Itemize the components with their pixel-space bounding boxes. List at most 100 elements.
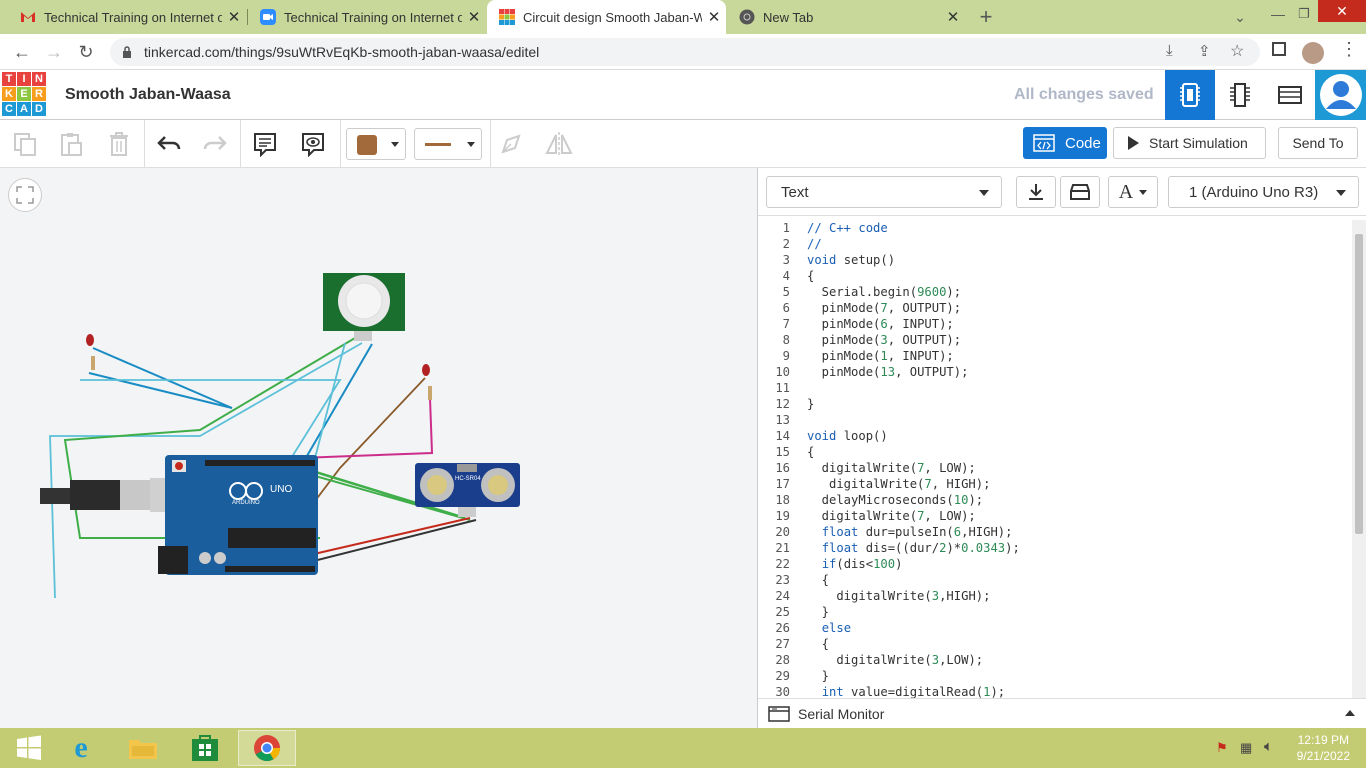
redo-button[interactable]: [198, 128, 232, 160]
code-line[interactable]: 15 {: [758, 444, 1353, 460]
code-text: if(dis<100): [821, 557, 903, 571]
url-field[interactable]: tinkercad.com/things/9suWtRvEqKb-smooth-…: [110, 38, 1260, 66]
start-simulation-button[interactable]: Start Simulation: [1113, 127, 1266, 159]
device-select[interactable]: 1 (Arduino Uno R3): [1168, 176, 1359, 208]
new-tab-button[interactable]: +: [974, 5, 998, 29]
color-picker[interactable]: [346, 128, 406, 160]
action-center-flag-icon[interactable]: ⚑: [1216, 740, 1228, 756]
paste-button[interactable]: [54, 128, 88, 160]
close-tab-icon[interactable]: ✕: [222, 8, 246, 26]
code-line[interactable]: 6 pinMode(7, OUTPUT);: [758, 300, 1353, 316]
font-size-icon: A: [1118, 180, 1134, 203]
close-tab-icon[interactable]: ✕: [941, 8, 965, 26]
volume-icon[interactable]: 🔈︎: [1264, 738, 1273, 755]
forward-arrow-icon[interactable]: →: [42, 40, 66, 64]
chevron-up-icon[interactable]: [1345, 710, 1355, 716]
side-panel-icon[interactable]: [1272, 42, 1286, 56]
code-line[interactable]: 22 if(dis<100): [758, 556, 1353, 572]
flip-button[interactable]: [542, 128, 576, 160]
code-button[interactable]: Code: [1023, 127, 1107, 159]
project-title[interactable]: Smooth Jaban-Waasa: [65, 86, 231, 104]
undo-button[interactable]: [152, 128, 186, 160]
notes-button[interactable]: [248, 128, 282, 160]
code-line[interactable]: 4{: [758, 268, 1353, 284]
code-text: pinMode(7, OUTPUT);: [807, 301, 962, 315]
rotate-button[interactable]: [494, 128, 528, 160]
code-line[interactable]: 3 void setup(): [758, 252, 1353, 268]
wire-type-picker[interactable]: [414, 128, 482, 160]
store-button[interactable]: [176, 730, 234, 766]
code-line[interactable]: 8 pinMode(3, OUTPUT);: [758, 332, 1353, 348]
start-button[interactable]: [0, 730, 58, 766]
user-avatar[interactable]: [1315, 70, 1366, 120]
code-line[interactable]: 18 delayMicroseconds(10);: [758, 492, 1353, 508]
code-line[interactable]: 25 }: [758, 604, 1353, 620]
code-line[interactable]: 29 }: [758, 668, 1353, 684]
code-line[interactable]: 30 int value=digitalRead(1);: [758, 684, 1353, 698]
component-list-button[interactable]: [1265, 70, 1315, 120]
download-icon[interactable]: ⤓: [1166, 42, 1173, 59]
network-icon[interactable]: ▦: [1240, 740, 1252, 756]
system-clock[interactable]: 12:19 PM 9/21/2022: [1297, 732, 1350, 764]
code-line[interactable]: 2 //: [758, 236, 1353, 252]
code-line[interactable]: 12}: [758, 396, 1353, 412]
code-line[interactable]: 28 digitalWrite(3,LOW);: [758, 652, 1353, 668]
code-line[interactable]: 11: [758, 380, 1353, 396]
code-line[interactable]: 16 digitalWrite(7, LOW);: [758, 460, 1353, 476]
download-code-button[interactable]: [1016, 176, 1056, 208]
libraries-button[interactable]: [1060, 176, 1100, 208]
browser-tab-new[interactable]: New Tab ✕: [727, 0, 965, 34]
tinkercad-logo[interactable]: T I N K E R C A D: [2, 72, 46, 116]
restore-button[interactable]: ❐: [1292, 2, 1316, 26]
close-window-button[interactable]: ✕: [1318, 0, 1366, 22]
code-line[interactable]: 20 float dur=pulseIn(6,HIGH);: [758, 524, 1353, 540]
delete-button[interactable]: [102, 128, 136, 160]
code-line[interactable]: 24 digitalWrite(3,HIGH);: [758, 588, 1353, 604]
code-line[interactable]: 5 Serial.begin(9600);: [758, 284, 1353, 300]
code-line[interactable]: 1 // C++ code: [758, 220, 1353, 236]
back-arrow-icon[interactable]: ←: [10, 40, 34, 64]
profile-avatar[interactable]: [1302, 42, 1324, 64]
minimize-button[interactable]: —: [1266, 2, 1290, 26]
code-line[interactable]: 10 pinMode(13, OUTPUT);: [758, 364, 1353, 380]
code-line[interactable]: 26 else: [758, 620, 1353, 636]
editor-scrollbar[interactable]: [1352, 220, 1366, 698]
code-editor[interactable]: 1// C++ code 2//3 void setup() 4{5 Serial.b…: [758, 220, 1366, 698]
line-number: 5: [782, 285, 790, 299]
code-line[interactable]: 14 void loop(): [758, 428, 1353, 444]
circuit-canvas[interactable]: UNO ARDUINO HC-SR04: [0, 168, 757, 728]
schematic-view-button[interactable]: [1215, 70, 1265, 120]
code-mode-select[interactable]: Text: [766, 176, 1002, 208]
browser-tab-zoom[interactable]: Technical Training on Internet of ✕: [248, 0, 486, 34]
tab-search-chevron-icon[interactable]: ⌄: [1228, 5, 1252, 29]
annotation-visibility-button[interactable]: [296, 128, 330, 160]
code-line[interactable]: 27 {: [758, 636, 1353, 652]
circuit-view-button[interactable]: [1165, 70, 1215, 120]
close-tab-icon[interactable]: ✕: [702, 8, 726, 26]
chrome-taskbar-button[interactable]: [238, 730, 296, 766]
code-line[interactable]: 7 pinMode(6, INPUT);: [758, 316, 1353, 332]
send-to-button[interactable]: Send To: [1278, 127, 1358, 159]
code-line[interactable]: 19 digitalWrite(7, LOW);: [758, 508, 1353, 524]
line-number: 26: [775, 621, 790, 635]
code-line[interactable]: 13: [758, 412, 1353, 428]
file-explorer-button[interactable]: [114, 730, 172, 766]
browser-tab-gmail[interactable]: Technical Training on Internet of ✕: [8, 0, 246, 34]
share-icon[interactable]: ⇪: [1198, 42, 1211, 60]
code-line[interactable]: 23 {: [758, 572, 1353, 588]
serial-monitor-bar[interactable]: Serial Monitor: [758, 698, 1366, 728]
internet-explorer-button[interactable]: e: [52, 730, 110, 766]
code-line[interactable]: 21 float dis=((dur/2)*0.0343);: [758, 540, 1353, 556]
browser-tab-tinkercad[interactable]: Circuit design Smooth Jaban-Wa ✕: [487, 0, 726, 34]
logo-letter: N: [32, 72, 46, 86]
scrollbar-thumb[interactable]: [1355, 234, 1363, 534]
reload-icon[interactable]: ↻: [74, 40, 98, 64]
close-tab-icon[interactable]: ✕: [462, 8, 486, 26]
code-text: pinMode(3, OUTPUT);: [807, 333, 962, 347]
bookmark-star-icon[interactable]: ☆: [1230, 41, 1244, 61]
font-size-button[interactable]: A: [1108, 176, 1158, 208]
copy-button[interactable]: [8, 128, 42, 160]
browser-menu-icon[interactable]: ⋮: [1340, 39, 1358, 60]
code-line[interactable]: 9 pinMode(1, INPUT);: [758, 348, 1353, 364]
code-line[interactable]: 17 digitalWrite(7, HIGH);: [758, 476, 1353, 492]
